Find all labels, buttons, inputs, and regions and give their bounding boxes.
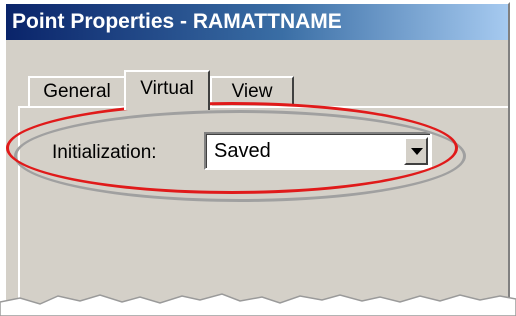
tab-virtual[interactable]: Virtual	[124, 70, 210, 110]
highlight-ellipse	[6, 102, 458, 194]
torn-edge	[0, 293, 516, 316]
window-title: Point Properties - RAMATTNAME	[6, 4, 508, 40]
tab-general[interactable]: General	[28, 76, 126, 106]
